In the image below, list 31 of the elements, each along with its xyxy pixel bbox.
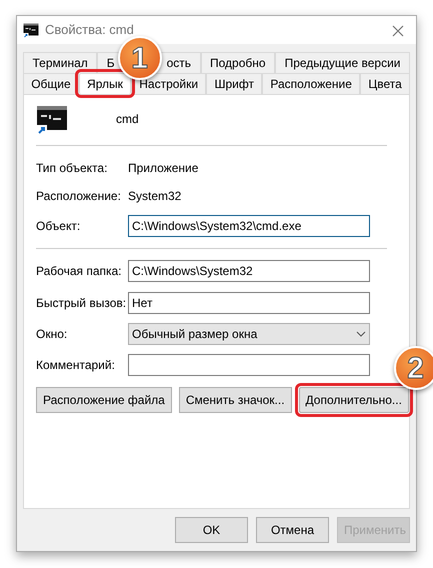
tab[interactable]: Терминал <box>23 52 98 73</box>
window-size-dropdown[interactable]: Обычный размер окна <box>128 323 370 345</box>
console-icon <box>23 22 39 38</box>
shortcut-name: cmd <box>116 111 139 128</box>
chevron-down-icon <box>356 331 366 337</box>
dialog-button[interactable]: OK <box>175 517 248 543</box>
field-value: System32 <box>128 188 182 205</box>
input-field[interactable]: Нет <box>128 292 370 314</box>
dropdown-value: Обычный размер окна <box>132 326 258 343</box>
tab[interactable]: Общие <box>23 73 79 94</box>
dialog-button[interactable]: Отмена <box>256 517 329 543</box>
console-icon <box>36 103 68 135</box>
field-label: Комментарий: <box>36 357 116 374</box>
tab[interactable]: Подробно <box>200 52 276 73</box>
field-value: Приложение <box>128 160 198 177</box>
input-field[interactable]: C:\Windows\System32 <box>128 260 370 282</box>
tab[interactable]: Шрифт <box>206 73 262 94</box>
input-field[interactable]: C:\Windows\System32\cmd.exe <box>128 215 370 237</box>
tab[interactable]: Расположение <box>262 73 360 94</box>
field-label: Тип объекта: <box>36 160 108 177</box>
field-label: Окно: <box>36 326 68 343</box>
field-label: Рабочая папка: <box>36 263 123 280</box>
action-button[interactable]: Расположение файла <box>36 387 172 413</box>
action-button[interactable]: Сменить значок... <box>178 387 292 413</box>
field-label: Расположение: <box>36 188 122 205</box>
input-field[interactable] <box>128 354 370 376</box>
tab[interactable]: Предыдущие версии <box>275 52 410 73</box>
close-icon <box>392 25 404 38</box>
field-label: Быстрый вызов: <box>36 295 128 312</box>
field-label: Объект: <box>36 218 82 235</box>
tab[interactable]: Цвета <box>360 73 410 94</box>
